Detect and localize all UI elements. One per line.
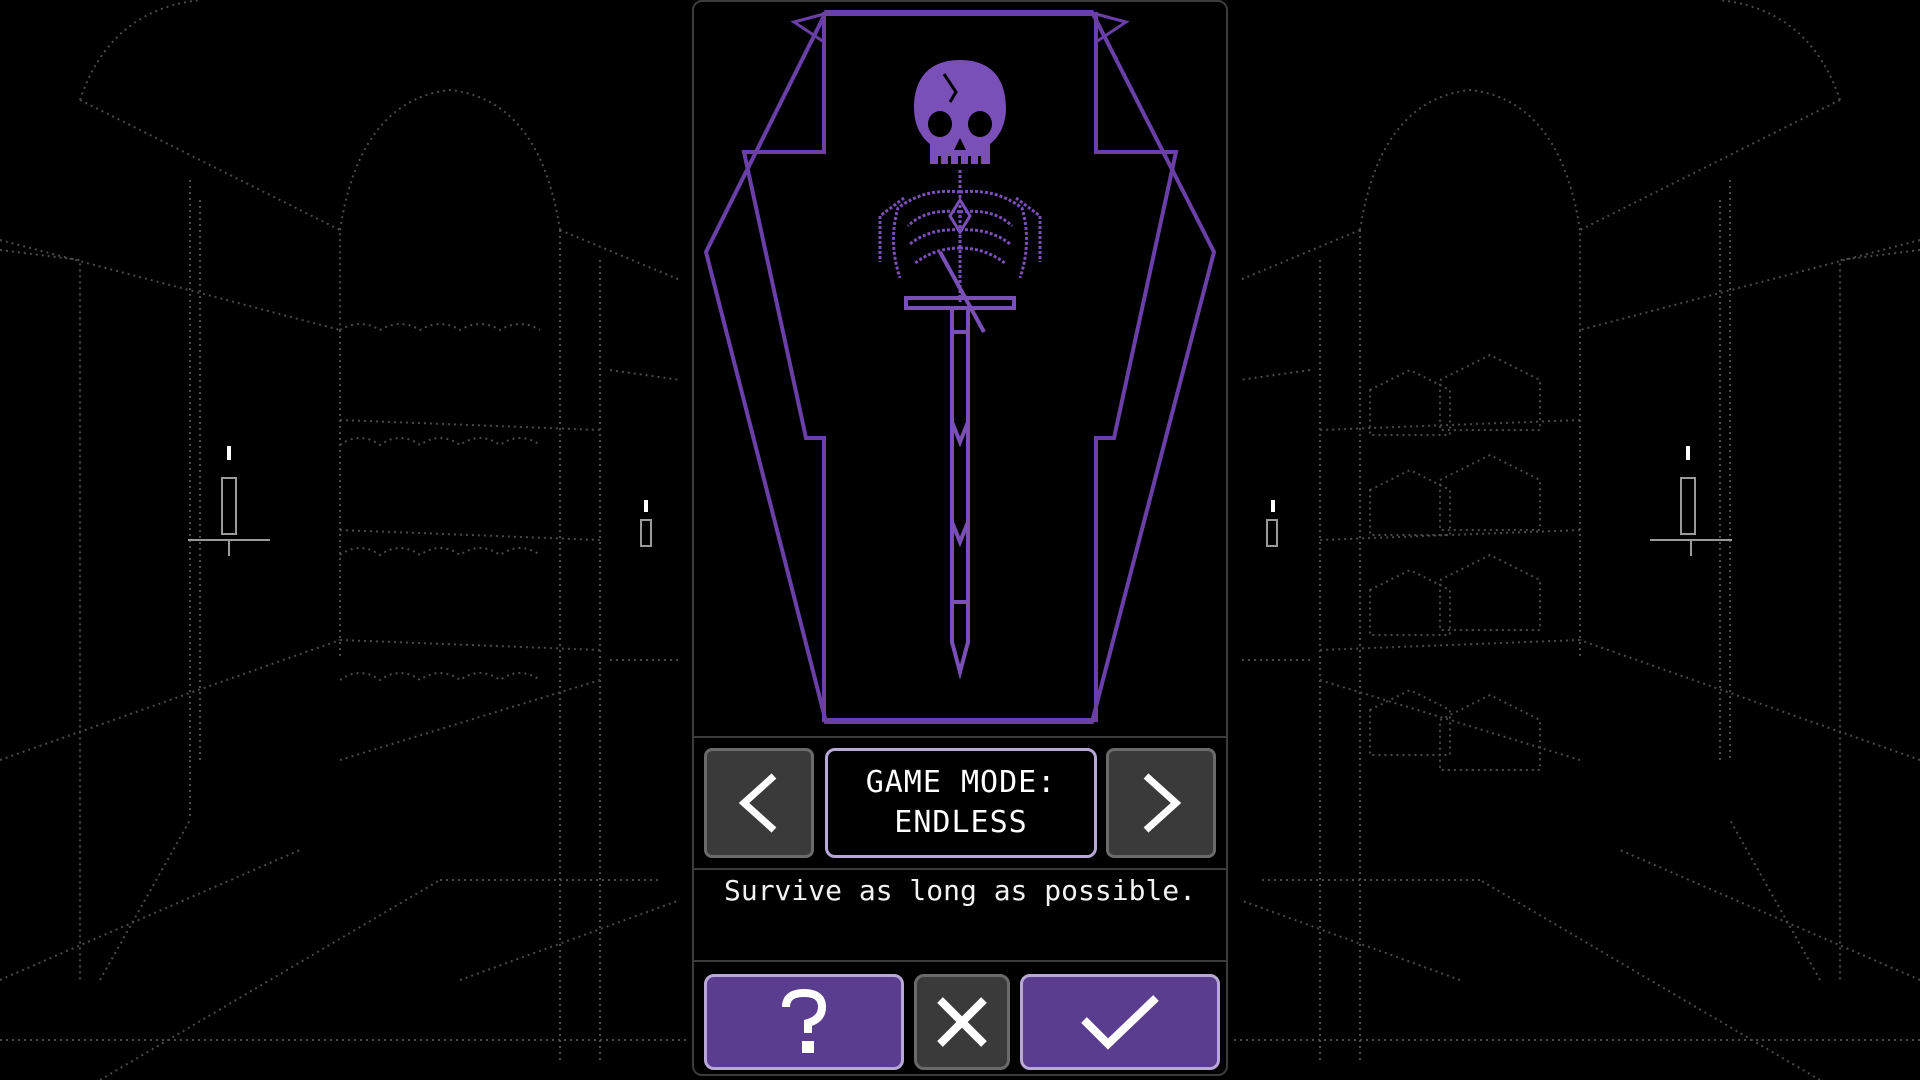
- game-mode-name: ENDLESS: [894, 805, 1028, 840]
- confirm-button[interactable]: [1020, 974, 1220, 1070]
- close-icon: [937, 997, 987, 1047]
- game-mode-label[interactable]: GAME MODE: ENDLESS: [825, 748, 1097, 858]
- next-mode-button[interactable]: [1106, 748, 1216, 858]
- prev-mode-button[interactable]: [704, 748, 814, 858]
- panel-divider-mid: [694, 868, 1226, 870]
- question-icon: [782, 988, 827, 1053]
- game-mode-title: GAME MODE:: [865, 765, 1057, 800]
- game-screen: GAME MODE: ENDLESS Survive as long as po…: [0, 0, 1920, 1080]
- chevron-right-icon: [1143, 773, 1182, 833]
- check-icon: [1081, 995, 1159, 1050]
- cancel-button[interactable]: [914, 974, 1010, 1070]
- help-button[interactable]: [704, 974, 904, 1070]
- mode-description: Survive as long as possible.: [723, 874, 1196, 907]
- skeleton-coffin-illustration: [703, 10, 1217, 724]
- mode-select-panel: GAME MODE: ENDLESS Survive as long as po…: [692, 0, 1228, 1076]
- chevron-left-icon: [738, 773, 777, 833]
- panel-divider-top: [694, 736, 1226, 738]
- panel-divider-bottom: [694, 960, 1226, 962]
